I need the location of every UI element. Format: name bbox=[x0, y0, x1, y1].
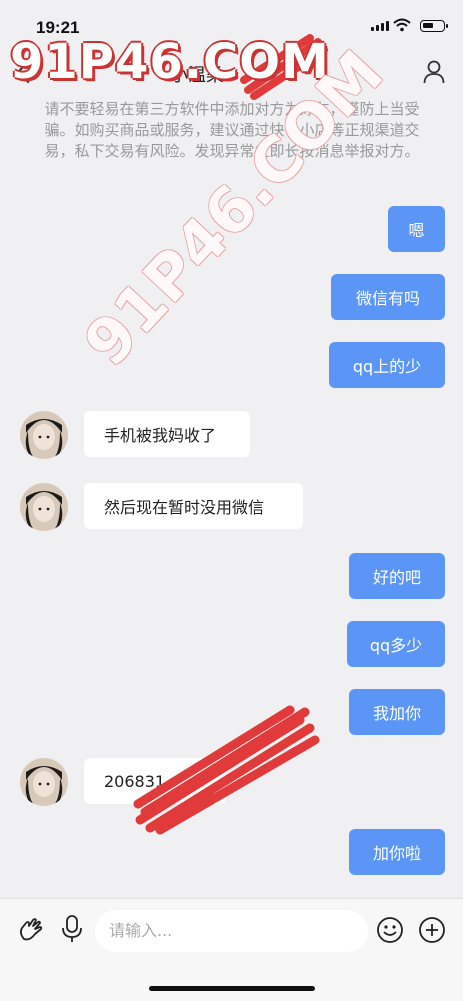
message-bubble-sent[interactable]: qq多少 bbox=[347, 621, 445, 667]
message-bubble-sent[interactable]: 微信有吗 bbox=[331, 274, 445, 320]
battery-icon bbox=[420, 20, 448, 32]
wifi-icon bbox=[393, 18, 411, 32]
watermark-text: 91P46.COM bbox=[10, 34, 330, 90]
avatar[interactable] bbox=[20, 758, 68, 806]
wave-hand-icon[interactable] bbox=[16, 915, 46, 945]
message-bubble-sent[interactable]: 嗯 bbox=[388, 206, 445, 252]
profile-icon[interactable] bbox=[423, 60, 445, 84]
message-bubble-sent[interactable]: 我加你 bbox=[349, 689, 445, 735]
add-icon[interactable] bbox=[418, 916, 446, 944]
emoji-icon[interactable] bbox=[376, 916, 404, 944]
home-indicator[interactable] bbox=[149, 986, 315, 991]
redaction-scribble bbox=[133, 705, 320, 835]
signal-icon bbox=[371, 21, 389, 31]
message-bubble-sent[interactable]: 加你啦 bbox=[349, 829, 445, 875]
message-bubble-sent[interactable]: qq上的少 bbox=[329, 342, 445, 388]
message-bubble-sent[interactable]: 好的吧 bbox=[349, 553, 445, 599]
message-bubble-received[interactable]: 然后现在暂时没用微信 bbox=[84, 483, 303, 529]
message-input[interactable]: 请输入... bbox=[95, 910, 368, 952]
avatar[interactable] bbox=[20, 483, 68, 531]
avatar[interactable] bbox=[20, 411, 68, 459]
message-bubble-received[interactable]: 手机被我妈收了 bbox=[84, 411, 250, 457]
microphone-icon[interactable] bbox=[60, 914, 84, 944]
